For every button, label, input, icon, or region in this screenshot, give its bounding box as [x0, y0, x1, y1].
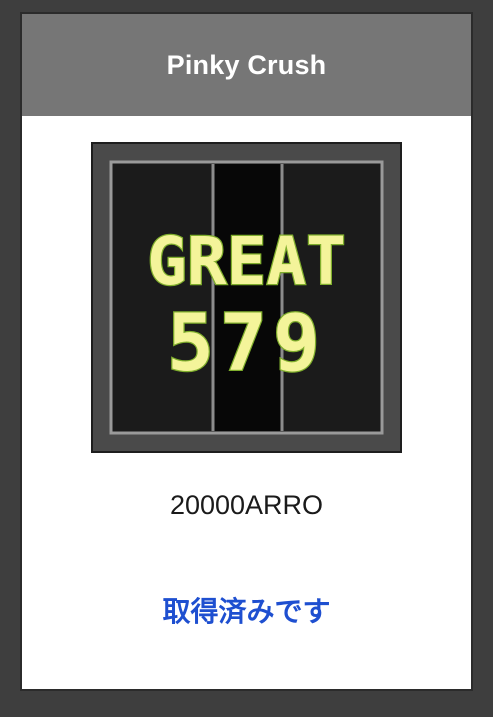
dialog-header: Pinky Crush	[22, 14, 471, 116]
judge-text: GREAT	[147, 223, 346, 300]
great-judge-image: GREAT 579	[93, 144, 400, 451]
acquired-status-button[interactable]: 取得済みです	[22, 590, 471, 630]
item-thumbnail: GREAT 579	[91, 142, 402, 453]
dialog-title: Pinky Crush	[166, 49, 327, 80]
reward-dialog: Pinky Crush GREAT 579 20000ARRO 取得済みです	[22, 14, 471, 689]
combo-count-text: 579	[167, 299, 326, 389]
item-name: 20000ARRO	[169, 490, 324, 520]
